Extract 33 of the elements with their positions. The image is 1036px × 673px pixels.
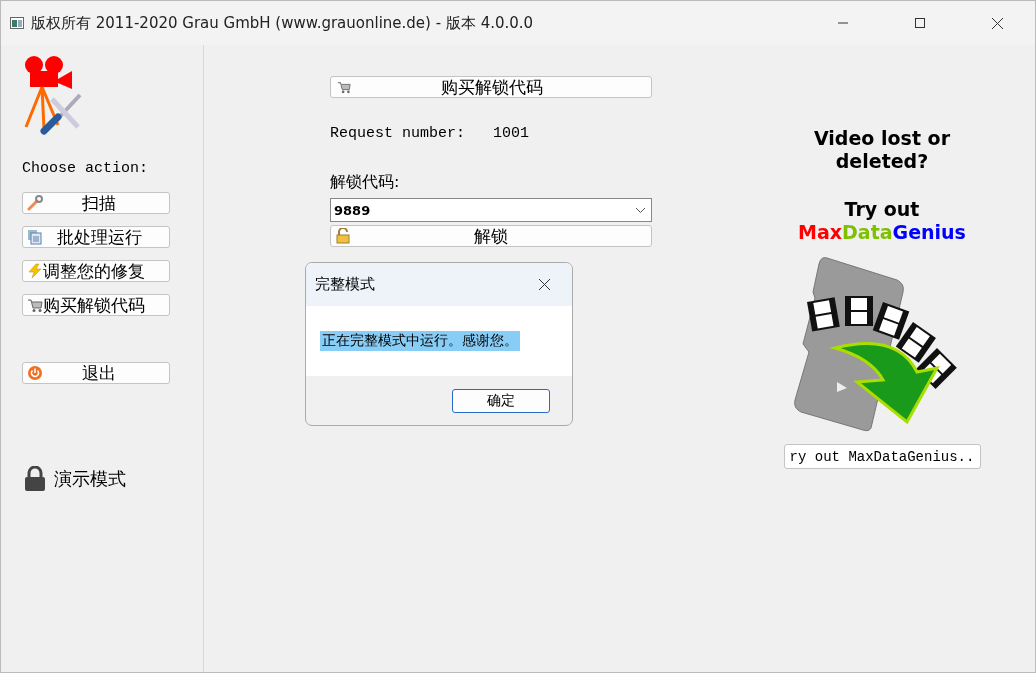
promo-headline: Video lost or deleted? (812, 127, 951, 173)
cart-icon (27, 297, 43, 313)
try-out-button[interactable]: ry out MaxDataGenius.. (783, 444, 981, 469)
dialog-title: 完整模式 (315, 275, 375, 294)
lock-icon (24, 466, 46, 492)
window-title: 版权所有 2011-2020 Grau GmbH (www.grauonline.de) - 版本 4.0.0.0 (31, 13, 534, 33)
unlock-code-combo[interactable]: 9889 (330, 198, 652, 222)
ok-button[interactable]: 确定 (452, 388, 550, 413)
app-icon (10, 17, 24, 29)
action-button[interactable]: 调整您的修复 (22, 260, 170, 282)
request-number-label: Request number: (330, 125, 466, 142)
action-button[interactable]: 扫描 (22, 192, 170, 214)
unlock-button[interactable]: 解锁 (330, 225, 652, 247)
close-icon[interactable] (992, 17, 1003, 29)
action-button[interactable]: 批处理运行 (22, 226, 170, 248)
close-icon[interactable] (539, 279, 550, 290)
lightning-icon (27, 263, 43, 279)
chevron-down-icon (636, 207, 645, 213)
demo-mode-label: 演示模式 (54, 467, 126, 491)
try-out-label: Try out (843, 198, 921, 221)
action-button[interactable]: 购买解锁代码 (22, 294, 170, 316)
pages-icon (27, 229, 43, 245)
power-icon (27, 365, 43, 381)
padlock-icon (336, 228, 350, 244)
unlock-code-label: 解锁代码: (330, 172, 401, 193)
choose-action-label: Choose action: (22, 160, 149, 177)
brand-name: MaxDataGenius (798, 221, 966, 244)
maximize-icon[interactable] (915, 18, 925, 28)
request-number-value: 1001 (493, 125, 530, 142)
action-button[interactable]: 退出 (22, 362, 170, 384)
dialog-message: 正在完整模式中运行。感谢您。 (320, 331, 520, 351)
cart-icon (336, 80, 352, 94)
buy-code-button[interactable]: 购买解锁代码 (330, 76, 652, 98)
